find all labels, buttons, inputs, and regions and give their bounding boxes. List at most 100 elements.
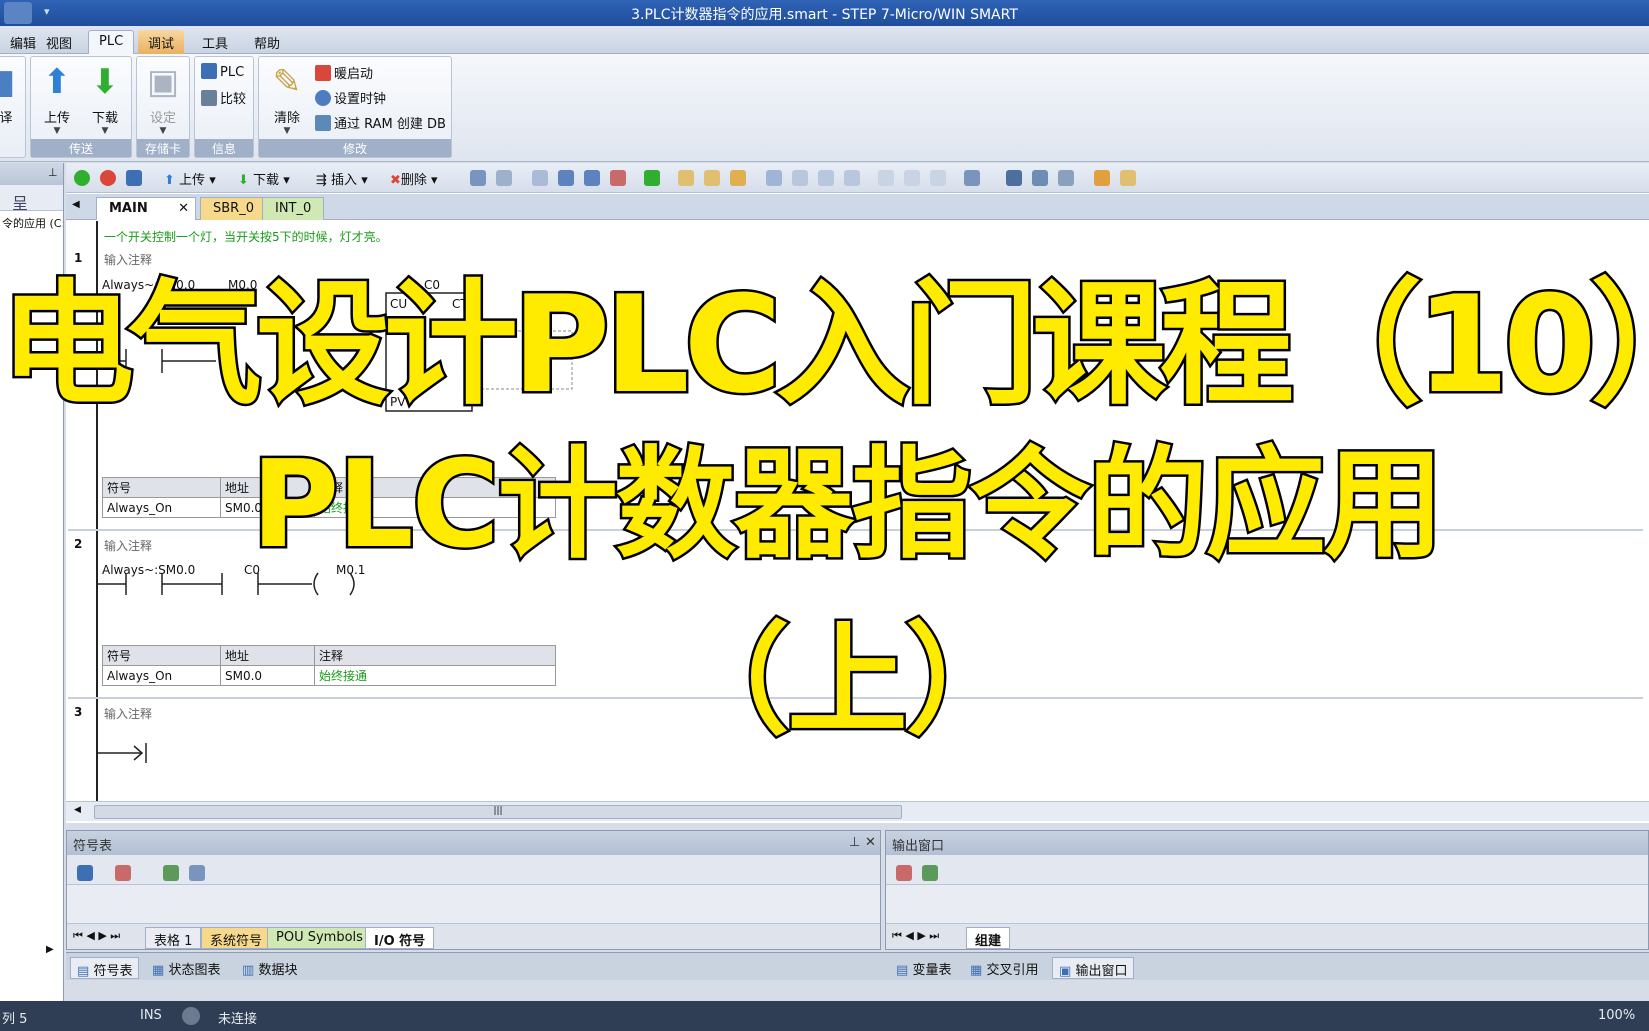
setup-dropdown-icon[interactable]: ▼ — [141, 126, 185, 136]
edit-symbol-icon[interactable] — [1032, 170, 1048, 186]
delete-icon: ✖ — [390, 173, 401, 188]
symbol-display-icon[interactable] — [964, 170, 980, 186]
sheet-tab-io-symbols[interactable]: I/O 符号 — [365, 927, 435, 949]
bottom-tab-symbol-table[interactable]: ▤ 符号表 — [70, 957, 140, 979]
goto-icon[interactable] — [644, 170, 660, 186]
zoom-level: 100% — [1598, 1008, 1636, 1023]
line-right-icon[interactable] — [844, 170, 860, 186]
symbol-table-pane-title: 符号表 ⊥ ✕ — [67, 831, 880, 855]
menu-view[interactable]: 视图 — [36, 30, 82, 54]
scroll-right-icon[interactable]: ▶ — [46, 944, 54, 955]
tree-view-icon[interactable]: 呈 — [12, 190, 28, 214]
toolbar-delete-button[interactable]: ✖删除 ▾ — [390, 169, 438, 188]
horizontal-scrollbar[interactable]: ◀ ||| — [66, 801, 1649, 821]
symbol-table-icon[interactable] — [1006, 170, 1022, 186]
lock-all-icon[interactable] — [730, 170, 746, 186]
tab-sbr0[interactable]: SBR_0 — [200, 197, 267, 220]
menu-help[interactable]: 帮助 — [244, 30, 290, 54]
bottom-tab-cross-reference[interactable]: ▦ 交叉引用 — [964, 957, 1044, 979]
bookmark-icon[interactable] — [532, 170, 548, 186]
lock-icon[interactable] — [678, 170, 694, 186]
bottom-tab-data-block[interactable]: ▥ 数据块 — [236, 957, 303, 979]
editor-toolbar: ⬆ 上传 ▾ ⬇ 下载 ▾ ⇶ 插入 ▾ ✖删除 ▾ — [66, 163, 1649, 193]
ribbon-group-compile: ▮ 译 — [0, 56, 26, 158]
menu-tools[interactable]: 工具 — [192, 30, 238, 54]
bottom-tab-output-window[interactable]: ▣ 输出窗口 — [1052, 957, 1135, 979]
toolbar-download-button[interactable]: ⬇ 下载 ▾ — [238, 169, 290, 188]
group-label-modify: 修改 — [259, 139, 451, 157]
branch-icon[interactable] — [766, 170, 782, 186]
tab-main[interactable]: MAIN ✕ — [96, 197, 196, 220]
menu-debug[interactable]: 调试 — [138, 30, 185, 54]
warm-start-icon — [315, 65, 331, 81]
key-icon[interactable] — [1094, 170, 1110, 186]
network2-icon[interactable] — [496, 170, 512, 186]
sheet-tab-system-symbols[interactable]: 系统符号 — [201, 927, 272, 949]
output-toolbar — [886, 855, 1648, 885]
scroll-thumb[interactable]: ||| — [94, 805, 902, 819]
variable-icon: ▤ — [896, 963, 909, 978]
overlay-title-line3: （上） — [667, 610, 1028, 754]
toolbar-insert-button[interactable]: ⇶ 插入 ▾ — [316, 169, 368, 188]
line-down-icon[interactable] — [792, 170, 808, 186]
bookmark-prev-icon[interactable] — [558, 170, 574, 186]
copy-output-icon[interactable] — [922, 865, 938, 881]
insert-icon: ⇶ — [316, 173, 327, 188]
tab-int0[interactable]: INT_0 — [262, 197, 325, 220]
delete-table-icon[interactable] — [115, 865, 131, 881]
add-table-icon[interactable] — [77, 865, 93, 881]
clear-button[interactable]: ✎ 清除 ▼ — [265, 61, 309, 136]
pin-icon[interactable]: ⊥ — [48, 166, 58, 179]
menu-plc[interactable]: PLC — [88, 30, 135, 54]
eraser-icon: ✎ — [272, 62, 302, 102]
box-icon[interactable] — [930, 170, 946, 186]
create-db-button[interactable]: 通过 RAM 创建 DB — [315, 113, 446, 132]
project-node[interactable]: 令的应用 (C:\ — [0, 211, 63, 235]
bottom-tab-status-chart[interactable]: ▦ 状态图表 — [146, 957, 226, 979]
set-clock-button[interactable]: 设置时钟 — [315, 88, 386, 107]
sheet-tab-pou-symbols[interactable]: POU Symbols — [267, 927, 372, 949]
clear-output-icon[interactable] — [896, 865, 912, 881]
compile-check-icon[interactable] — [126, 170, 142, 186]
properties-icon[interactable] — [1120, 170, 1136, 186]
bookmark-next-icon[interactable] — [584, 170, 600, 186]
create-symbols-icon[interactable] — [163, 865, 179, 881]
bottom-tab-variable-table[interactable]: ▤ 变量表 — [890, 957, 957, 979]
coil-icon[interactable] — [904, 170, 920, 186]
output-tab-build[interactable]: 组建 — [966, 927, 1011, 949]
tools-icon[interactable] — [1058, 170, 1074, 186]
run-icon[interactable] — [74, 170, 90, 186]
download-button[interactable]: ⬇ 下载 ▼ — [83, 61, 127, 136]
scroll-left-icon[interactable]: ◀ — [74, 805, 81, 815]
sheet-nav-icons[interactable]: ⏮ ◀ ▶ ⏭ — [73, 929, 120, 943]
upload-dropdown-icon[interactable]: ▼ — [35, 126, 79, 136]
output-window-pane: 输出窗口 ⏮ ◀ ▶ ⏭ 组建 — [885, 830, 1649, 950]
stop-icon[interactable] — [100, 170, 116, 186]
pin-icon[interactable]: ⊥ — [849, 835, 860, 850]
overlay-title-line1: 电气设计PLC入门课程（10） — [0, 267, 1649, 423]
sheet-tab-table1[interactable]: 表格 1 — [145, 927, 202, 949]
ribbon-group-modify: ✎ 清除 ▼ 暖启动 设置时钟 通过 RAM 创建 DB 修改 — [258, 56, 452, 158]
output-nav-icons[interactable]: ⏮ ◀ ▶ ⏭ — [892, 929, 939, 943]
upload-button[interactable]: ⬆ 上传 ▼ — [35, 61, 79, 136]
apply-icon[interactable] — [189, 865, 205, 881]
compile-button[interactable]: ▮ 译 — [0, 61, 21, 126]
contact-icon[interactable] — [878, 170, 894, 186]
download-dropdown-icon[interactable]: ▼ — [83, 126, 127, 136]
warm-start-button[interactable]: 暖启动 — [315, 63, 373, 82]
close-icon[interactable]: ✕ — [865, 835, 876, 850]
tab-scroll-left-icon[interactable]: ◀ — [72, 199, 80, 210]
tab-close-icon[interactable]: ✕ — [178, 201, 189, 216]
group-label-transfer: 传送 — [31, 139, 131, 157]
unlock-icon[interactable] — [704, 170, 720, 186]
compare-button[interactable]: 比较 — [201, 88, 246, 107]
line-up-icon[interactable] — [818, 170, 834, 186]
setup-button[interactable]: ▣ 设定 ▼ — [141, 61, 185, 136]
plc-info-button[interactable]: PLC — [201, 63, 244, 80]
bookmark-clear-icon[interactable] — [610, 170, 626, 186]
clear-dropdown-icon[interactable]: ▼ — [265, 126, 309, 136]
table-icon: ▤ — [77, 964, 90, 979]
network-icon[interactable] — [470, 170, 486, 186]
toolbar-upload-button[interactable]: ⬆ 上传 ▾ — [164, 169, 216, 188]
clock-icon — [315, 90, 331, 106]
